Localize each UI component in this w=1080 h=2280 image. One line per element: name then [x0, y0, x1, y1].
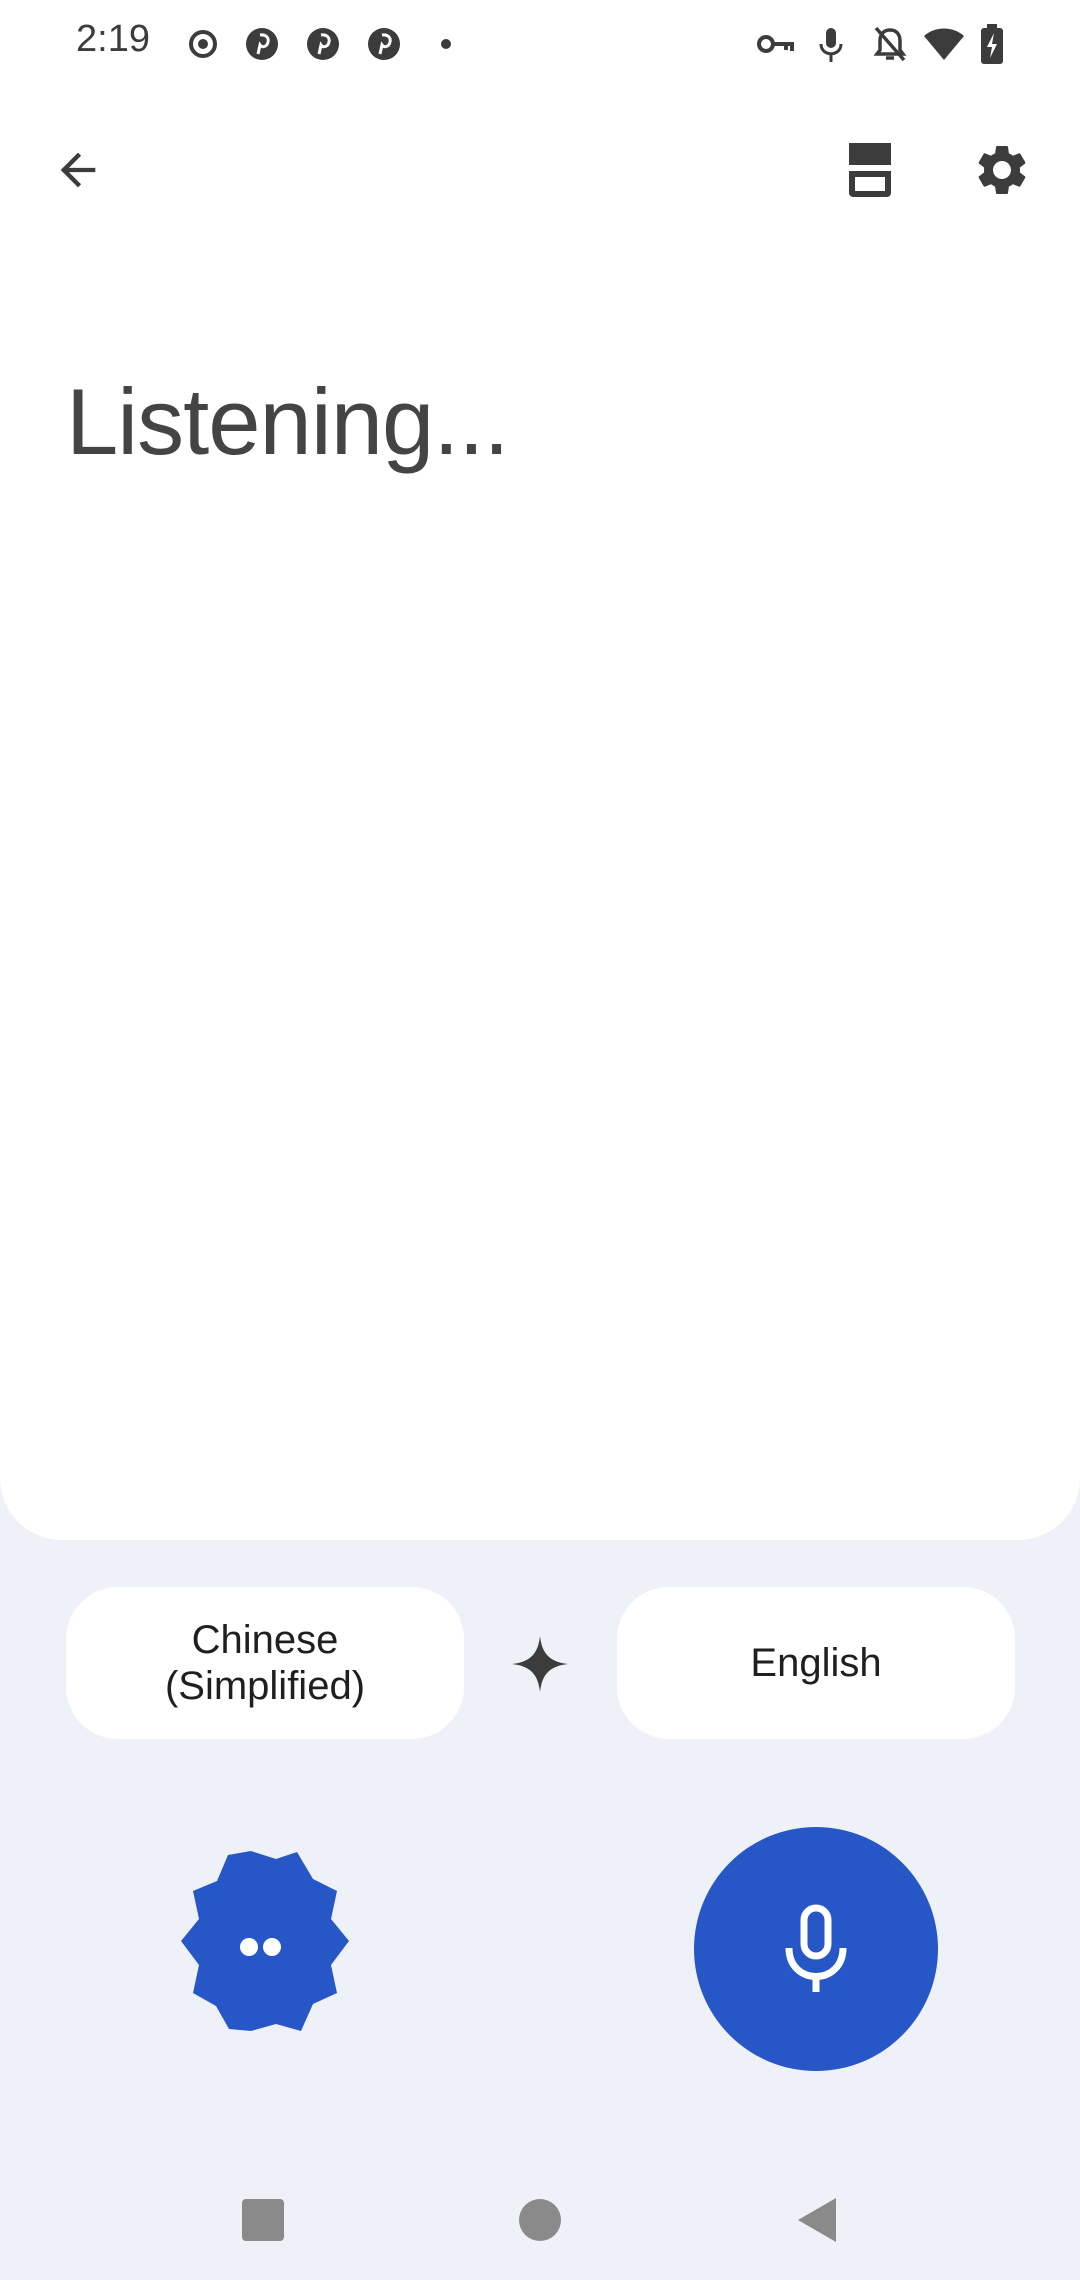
- gear-icon: [978, 146, 1026, 194]
- mic-button[interactable]: [694, 1827, 938, 2071]
- pinterest-icon: [246, 28, 278, 60]
- split-view-button[interactable]: [830, 130, 910, 210]
- mic-icon: [819, 28, 843, 62]
- target-language-button[interactable]: English: [617, 1587, 1015, 1739]
- target-language-label: English: [750, 1641, 882, 1685]
- source-language-button[interactable]: Chinese (Simplified): [66, 1587, 464, 1739]
- nav-recents-button[interactable]: [233, 2190, 293, 2250]
- auto-detect-button[interactable]: [140, 1826, 390, 2076]
- status-time: 2:19: [76, 18, 150, 60]
- circle-icon: [519, 2199, 561, 2241]
- battery-charging-icon: [981, 24, 1003, 64]
- triangle-back-icon: [798, 2198, 836, 2242]
- notifications-off-icon: [873, 26, 907, 62]
- auto-detect-icon: [181, 1851, 349, 2031]
- vpn-key-icon: [757, 35, 794, 53]
- dot-icon: [441, 39, 451, 49]
- pinterest-icon: [368, 28, 400, 60]
- back-button[interactable]: [38, 130, 118, 210]
- listening-status-text: Listening...: [66, 369, 510, 474]
- record-icon: [189, 30, 217, 58]
- mic-icon: [785, 1904, 847, 1992]
- split-view-icon: [849, 143, 891, 197]
- square-icon: [242, 2199, 284, 2241]
- transcript-card: Listening...: [0, 0, 1080, 1540]
- source-language-label: Chinese (Simplified): [164, 1618, 366, 1708]
- settings-button[interactable]: [962, 130, 1042, 210]
- pinterest-icon: [307, 28, 339, 60]
- status-bar: 2:19: [0, 0, 1080, 88]
- nav-home-button[interactable]: [510, 2190, 570, 2250]
- sparkle-icon[interactable]: [510, 1634, 570, 1694]
- nav-back-button[interactable]: [786, 2190, 846, 2250]
- wifi-icon: [924, 28, 964, 60]
- arrow-back-icon: [60, 152, 96, 188]
